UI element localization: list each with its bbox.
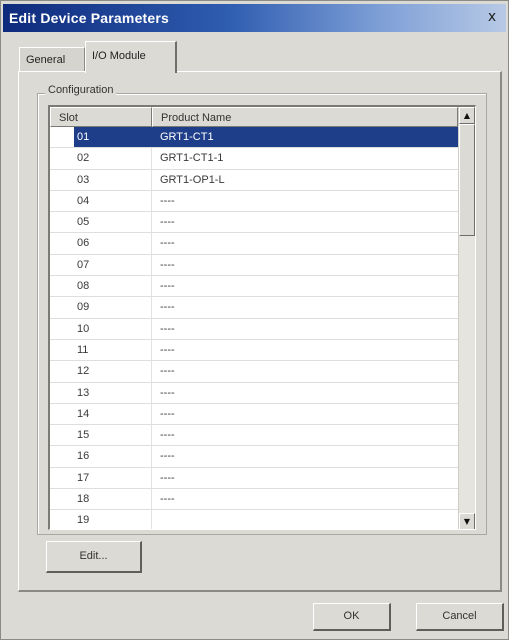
product-name-cell: ---- bbox=[160, 237, 175, 250]
product-name-cell: ---- bbox=[160, 386, 175, 399]
slot-cell: 15 bbox=[50, 425, 152, 446]
slot-cell: 16 bbox=[50, 446, 152, 467]
tab-general[interactable]: General bbox=[19, 47, 85, 71]
slot-cell: 08 bbox=[50, 276, 152, 297]
slot-cell: 02 bbox=[50, 148, 152, 169]
product-name-cell: ---- bbox=[160, 343, 175, 356]
edit-device-parameters-dialog: Edit Device Parameters x General I/O Mod… bbox=[0, 0, 509, 640]
table-row[interactable]: 04 ---- bbox=[50, 190, 458, 213]
product-name-cell: ---- bbox=[160, 450, 175, 463]
table-row[interactable]: 15 ---- bbox=[50, 425, 458, 447]
table-row[interactable]: 19 bbox=[50, 510, 458, 529]
slot-value: 01 bbox=[74, 127, 152, 147]
table-row[interactable]: 16 ---- bbox=[50, 446, 458, 468]
slot-cell: 17 bbox=[50, 467, 152, 489]
cancel-button[interactable]: Cancel bbox=[416, 603, 504, 631]
product-name-cell: ---- bbox=[160, 407, 175, 420]
slot-cell: 05 bbox=[50, 212, 152, 233]
configuration-group-label: Configuration bbox=[45, 84, 117, 96]
configuration-list[interactable]: Slot Product Name 01 GRT1-CT1 02 GRT1-CT… bbox=[48, 105, 476, 530]
table-row[interactable]: 03 GRT1-OP1-L bbox=[50, 169, 458, 191]
title-bar: Edit Device Parameters x bbox=[3, 4, 506, 32]
slot-cell: 01 bbox=[50, 127, 152, 148]
slot-cell: 18 bbox=[50, 489, 152, 510]
table-row[interactable]: 14 ---- bbox=[50, 403, 458, 426]
table-row[interactable]: 12 ---- bbox=[50, 361, 458, 383]
product-name-cell: ---- bbox=[160, 493, 175, 506]
slot-cell: 06 bbox=[50, 233, 152, 254]
column-header-slot[interactable]: Slot bbox=[50, 107, 152, 127]
list-header: Slot Product Name bbox=[50, 107, 458, 127]
table-row[interactable]: 09 ---- bbox=[50, 297, 458, 319]
edit-button[interactable]: Edit... bbox=[46, 541, 142, 573]
scroll-up-arrow-icon[interactable]: ▲ bbox=[459, 107, 475, 124]
slot-cell: 11 bbox=[50, 339, 152, 361]
slot-cell: 07 bbox=[50, 254, 152, 276]
table-row[interactable]: 06 ---- bbox=[50, 233, 458, 255]
product-name-cell: GRT1-CT1 bbox=[152, 127, 458, 148]
slot-cell: 12 bbox=[50, 361, 152, 382]
table-row[interactable]: 07 ---- bbox=[50, 254, 458, 277]
close-icon[interactable]: x bbox=[484, 9, 500, 25]
tab-general-label: General bbox=[26, 54, 66, 66]
table-row[interactable]: 13 ---- bbox=[50, 382, 458, 404]
scroll-down-arrow-icon[interactable]: ▼ bbox=[459, 513, 475, 529]
slot-cell: 13 bbox=[50, 382, 152, 403]
slot-cell: 09 bbox=[50, 297, 152, 318]
table-row[interactable]: 08 ---- bbox=[50, 276, 458, 298]
table-row[interactable]: 11 ---- bbox=[50, 339, 458, 362]
tab-io-module[interactable]: I/O Module bbox=[85, 41, 177, 73]
table-row-selected[interactable]: 01 GRT1-CT1 bbox=[50, 127, 458, 149]
product-name-cell: ---- bbox=[160, 280, 175, 293]
table-row[interactable]: 02 GRT1-CT1-1 bbox=[50, 148, 458, 170]
product-name-cell: ---- bbox=[160, 365, 175, 378]
product-name-cell: ---- bbox=[160, 194, 175, 207]
list-rows: 01 GRT1-CT1 02 GRT1-CT1-1 03 GRT1-OP1-L … bbox=[50, 127, 458, 529]
ok-button[interactable]: OK bbox=[313, 603, 391, 631]
product-name-cell: ---- bbox=[160, 429, 175, 442]
column-header-product-name[interactable]: Product Name bbox=[152, 107, 458, 127]
tab-io-module-label: I/O Module bbox=[92, 50, 146, 62]
table-row[interactable]: 18 ---- bbox=[50, 489, 458, 511]
vertical-scrollbar[interactable]: ▲ ▼ bbox=[458, 107, 475, 529]
table-row[interactable]: 05 ---- bbox=[50, 212, 458, 234]
slot-cell: 04 bbox=[50, 190, 152, 212]
product-name-cell: ---- bbox=[160, 301, 175, 314]
product-name-cell: ---- bbox=[160, 322, 175, 335]
table-row[interactable]: 10 ---- bbox=[50, 318, 458, 340]
table-row[interactable]: 17 ---- bbox=[50, 467, 458, 490]
product-name-cell: ---- bbox=[160, 258, 175, 271]
slot-cell: 10 bbox=[50, 318, 152, 339]
dialog-title: Edit Device Parameters bbox=[9, 10, 170, 26]
slot-cell: 19 bbox=[50, 510, 152, 529]
product-name-cell: ---- bbox=[160, 216, 175, 229]
product-name-cell: GRT1-CT1-1 bbox=[160, 152, 224, 165]
product-name-cell: ---- bbox=[160, 471, 175, 484]
slot-cell: 03 bbox=[50, 169, 152, 190]
scrollbar-thumb[interactable] bbox=[459, 124, 475, 236]
product-name-cell: GRT1-OP1-L bbox=[160, 173, 225, 186]
product-name-cell bbox=[152, 510, 458, 529]
slot-cell: 14 bbox=[50, 403, 152, 425]
